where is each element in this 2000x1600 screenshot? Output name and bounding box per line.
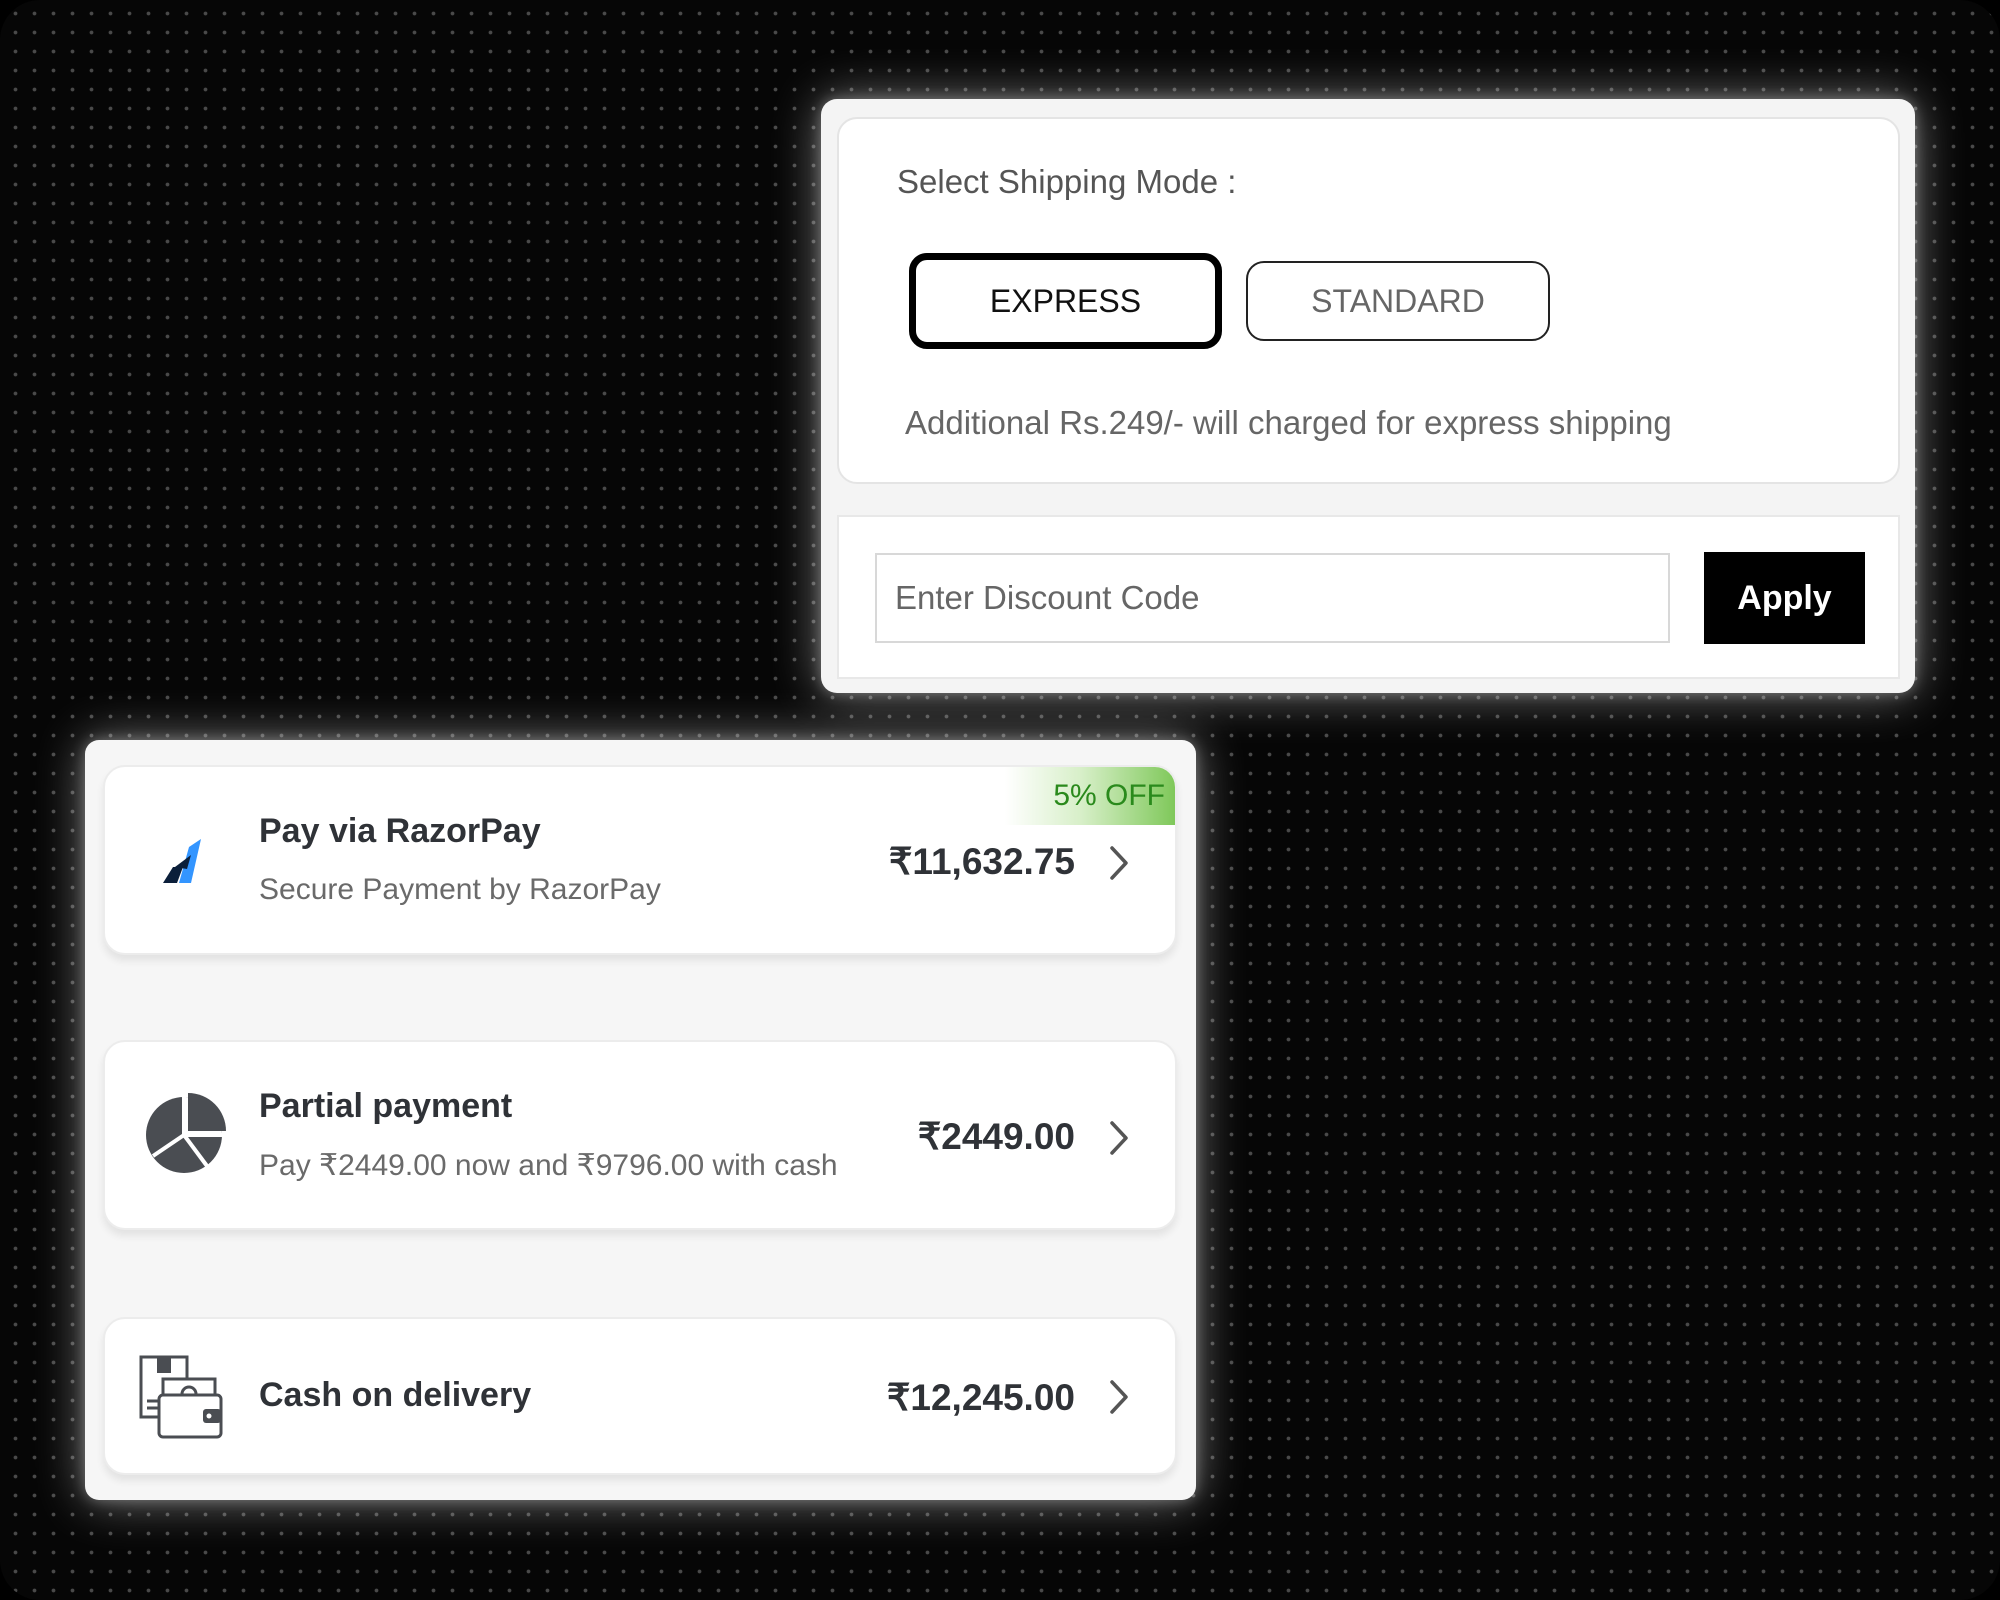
shipping-mode-title: Select Shipping Mode :	[897, 163, 1237, 200]
option-subtitle: Pay ₹2449.00 now and ₹9796.00 with cash	[259, 1149, 838, 1182]
payment-option-partial[interactable]: Partial payment Pay ₹2449.00 now and ₹97…	[103, 1040, 1177, 1230]
option-title: Pay via RazorPay	[259, 812, 541, 850]
discount-badge: 5% OFF	[1005, 767, 1175, 825]
express-mode-button[interactable]: EXPRESS	[909, 253, 1222, 349]
cash-wallet-icon	[139, 1355, 223, 1439]
shipping-card: Select Shipping Mode : EXPRESS STANDARD …	[821, 99, 1915, 693]
razorpay-logo-icon	[163, 839, 201, 883]
discount-code-input[interactable]	[875, 553, 1670, 643]
standard-mode-button[interactable]: STANDARD	[1246, 261, 1550, 341]
discount-section: Apply	[837, 515, 1900, 679]
option-title: Cash on delivery	[259, 1376, 532, 1414]
shipping-mode-panel: Select Shipping Mode : EXPRESS STANDARD …	[837, 117, 1900, 484]
payment-option-razorpay[interactable]: 5% OFF Pay via RazorPay Secure Payment b…	[103, 765, 1177, 955]
dotted-background: Select Shipping Mode : EXPRESS STANDARD …	[0, 0, 2000, 1600]
payment-option-cod[interactable]: Cash on delivery ₹12,245.00	[103, 1317, 1177, 1475]
pie-chart-icon	[146, 1093, 226, 1173]
option-amount: ₹2449.00	[917, 1116, 1075, 1157]
apply-button[interactable]: Apply	[1704, 552, 1865, 644]
chevron-right-icon	[1110, 846, 1128, 880]
option-title: Partial payment	[259, 1087, 513, 1125]
chevron-right-icon	[1110, 1121, 1128, 1155]
chevron-right-icon	[1110, 1380, 1128, 1414]
payment-options-card: 5% OFF Pay via RazorPay Secure Payment b…	[85, 740, 1196, 1500]
express-shipping-note: Additional Rs.249/- will charged for exp…	[905, 404, 1672, 441]
option-subtitle: Secure Payment by RazorPay	[259, 873, 661, 906]
option-amount: ₹11,632.75	[888, 841, 1075, 882]
option-amount: ₹12,245.00	[886, 1377, 1075, 1418]
